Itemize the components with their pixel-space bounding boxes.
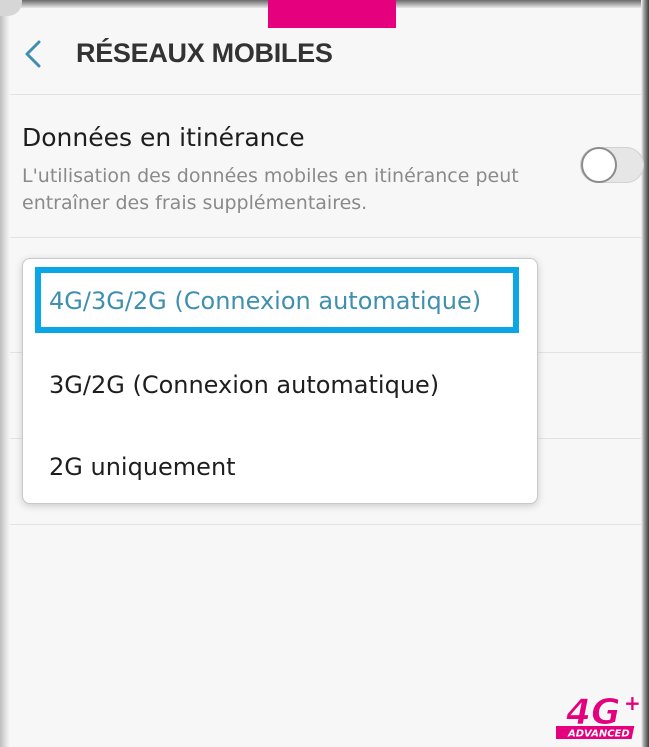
network-option-3g2g[interactable]: 3G/2G (Connexion automatique) (23, 343, 539, 427)
logo-plus-text: + (624, 691, 641, 715)
roaming-title: Données en itinérance (22, 123, 305, 152)
roaming-toggle[interactable] (580, 147, 644, 183)
network-mode-dropdown: 4G/3G/2G (Connexion automatique) 3G/2G (… (22, 258, 538, 504)
roaming-description: L'utilisation des données mobiles en iti… (22, 165, 519, 214)
page-title: RÉSEAUX MOBILES (76, 38, 333, 68)
network-option-2g[interactable]: 2G uniquement (23, 425, 539, 509)
device-frame-left (0, 0, 10, 747)
roaming-setting-row[interactable]: Données en itinérance L'utilisation des … (10, 95, 644, 238)
toggle-knob (581, 147, 617, 183)
logo-advanced-text: ADVANCED (567, 729, 630, 740)
selection-highlight-box (35, 267, 519, 333)
screen: RÉSEAUX MOBILES Données en itinérance L'… (0, 0, 649, 747)
background-row-divider (10, 524, 641, 525)
back-icon[interactable] (18, 36, 48, 72)
device-frame-right (641, 0, 649, 747)
4g-advanced-logo: 4G + ADVANCED (556, 691, 641, 740)
chevron-left-icon (25, 40, 41, 68)
app-header: RÉSEAUX MOBILES (10, 14, 641, 95)
